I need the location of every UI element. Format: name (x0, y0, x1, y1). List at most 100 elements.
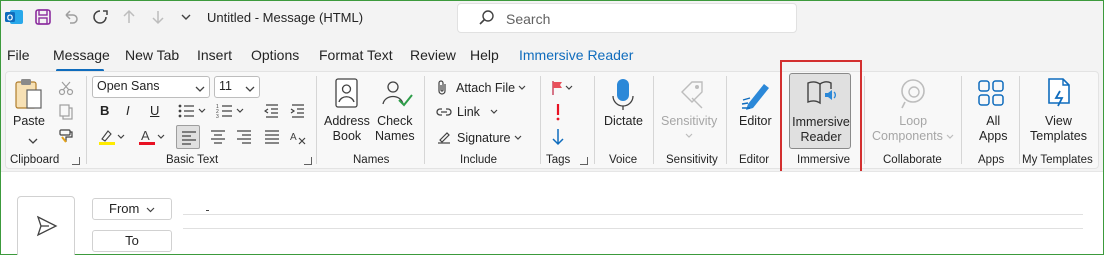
paste-dropdown-icon[interactable] (28, 134, 38, 148)
redo-icon[interactable] (90, 7, 110, 27)
bullets-icon[interactable] (178, 103, 208, 122)
tags-launcher-icon[interactable] (580, 157, 588, 165)
highlight-icon[interactable] (98, 128, 126, 149)
svg-text:3: 3 (216, 114, 219, 119)
outlook-logo-icon: O (4, 7, 24, 27)
font-name-combo[interactable]: Open Sans (92, 76, 210, 98)
tab-options[interactable]: Options (251, 47, 299, 63)
tab-message[interactable]: Message (53, 47, 110, 63)
separator (653, 76, 654, 164)
loop-components-icon[interactable] (897, 78, 929, 113)
font-name-value: Open Sans (97, 79, 160, 93)
check-names-icon[interactable] (380, 78, 414, 113)
sensitivity-icon[interactable] (678, 78, 708, 113)
chevron-down-icon (518, 85, 526, 90)
tab-help[interactable]: Help (470, 47, 499, 63)
basic-text-launcher-icon[interactable] (304, 157, 312, 165)
sensitivity-button[interactable]: Sensitivity (661, 114, 717, 142)
customize-qat-icon[interactable] (176, 7, 196, 27)
bold-button[interactable]: B (100, 103, 109, 118)
loop-components-button[interactable]: Loop Components (872, 114, 954, 144)
clipboard-group-label: Clipboard (10, 154, 60, 166)
separator (316, 76, 317, 164)
signature-button[interactable]: Signature (436, 131, 522, 145)
to-button[interactable]: To (92, 230, 172, 252)
chevron-down-icon (195, 82, 205, 96)
link-button[interactable]: Link (436, 105, 498, 119)
sensitivity-group-label: Sensitivity (666, 154, 718, 166)
font-size-value: 11 (219, 79, 232, 93)
chevron-down-icon (946, 134, 954, 139)
field-divider (183, 228, 1083, 229)
clear-formatting-icon[interactable]: A (290, 129, 306, 148)
paperclip-icon (438, 80, 446, 95)
high-importance-icon[interactable] (553, 103, 563, 124)
compose-area: From To (1, 171, 1103, 255)
address-book-icon[interactable] (334, 78, 360, 113)
align-left-button[interactable] (176, 125, 200, 149)
numbering-icon[interactable]: 123 (216, 103, 246, 122)
from-button[interactable]: From (92, 198, 172, 220)
search-icon (478, 9, 496, 30)
voice-group-label: Voice (609, 154, 638, 166)
link-icon (436, 108, 452, 116)
all-apps-icon[interactable] (977, 79, 1005, 110)
separator (1019, 76, 1020, 164)
chevron-down-icon (245, 82, 255, 96)
font-size-combo[interactable]: 11 (214, 76, 260, 98)
italic-button[interactable]: I (126, 103, 130, 118)
align-center-icon[interactable] (210, 129, 226, 148)
paste-icon[interactable] (14, 78, 44, 115)
view-templates-icon[interactable] (1046, 77, 1074, 112)
paste-button[interactable]: Paste (13, 114, 45, 128)
from-field[interactable] (183, 214, 1083, 215)
undo-icon[interactable] (61, 7, 81, 27)
address-book-button[interactable]: Address Book (324, 114, 370, 144)
ribbon: Paste Clipboard Open Sans 11 B I U 1 2 3… (1, 71, 1103, 171)
save-icon[interactable] (33, 7, 53, 27)
microphone-icon[interactable] (611, 78, 635, 115)
tab-new-tab[interactable]: New Tab (125, 47, 179, 63)
attach-file-button[interactable]: Attach File (436, 80, 526, 96)
follow-up-flag-icon[interactable] (550, 80, 574, 99)
include-group-label: Include (460, 154, 498, 166)
underline-button[interactable]: U (150, 103, 159, 118)
format-painter-icon[interactable] (58, 128, 74, 147)
text-cursor (206, 210, 209, 211)
arrow-up-icon[interactable] (119, 7, 139, 27)
editor-icon[interactable] (740, 78, 774, 115)
tab-insert[interactable]: Insert (197, 47, 232, 63)
dictate-button[interactable]: Dictate (604, 114, 643, 128)
search-input[interactable]: Search (457, 3, 797, 33)
address-book-line1: Address (324, 114, 370, 128)
tags-group-label: Tags (546, 154, 571, 166)
copy-icon[interactable] (58, 104, 74, 123)
separator (424, 76, 425, 164)
low-importance-icon[interactable] (552, 128, 564, 149)
tab-review[interactable]: Review (410, 47, 456, 63)
send-button[interactable] (17, 196, 75, 255)
all-apps-button[interactable]: All Apps (979, 114, 1008, 144)
svg-text:O: O (7, 14, 13, 23)
tab-format-text[interactable]: Format Text (319, 47, 393, 63)
tab-immersive-reader[interactable]: Immersive Reader (519, 47, 633, 63)
check-names-button[interactable]: Check Names (375, 114, 415, 144)
view-templates-button[interactable]: View Templates (1030, 114, 1087, 144)
font-color-icon[interactable]: A (138, 128, 166, 149)
highlight-box (780, 60, 862, 174)
apps-group-label: Apps (978, 154, 1005, 166)
names-group-label: Names (353, 154, 390, 166)
cut-icon[interactable] (58, 80, 74, 99)
align-right-icon[interactable] (236, 129, 252, 148)
check-names-line2: Names (375, 129, 415, 143)
clipboard-launcher-icon[interactable] (72, 157, 80, 165)
arrow-down-icon[interactable] (148, 7, 168, 27)
separator (540, 76, 541, 164)
increase-indent-icon[interactable] (290, 103, 306, 122)
decrease-indent-icon[interactable] (263, 103, 280, 122)
editor-button[interactable]: Editor (739, 114, 772, 128)
svg-text:A: A (290, 132, 297, 143)
justify-icon[interactable] (264, 129, 280, 148)
separator (726, 76, 727, 164)
tab-file[interactable]: File (7, 47, 30, 63)
